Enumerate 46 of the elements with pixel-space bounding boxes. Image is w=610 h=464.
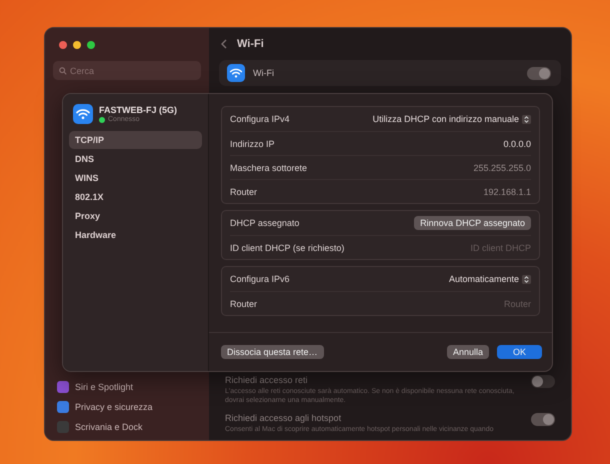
row-label: DHCP assegnato [230,218,300,228]
search-field[interactable]: Cerca [53,61,201,80]
toggle-switch[interactable] [527,66,551,80]
sidebar-tab[interactable]: 802.1X [69,188,202,206]
input-field[interactable]: Router [421,298,531,308]
wifi-icon [73,104,93,124]
sidebar-tab[interactable]: Proxy [69,207,202,225]
network-name: FASTWEB-FJ (5G) [99,105,177,115]
row-label: Indirizzo IP [230,138,275,148]
chevron-updown-icon [522,114,531,124]
back-icon[interactable] [221,39,227,49]
row-value: 255.255.255.0 [473,162,531,172]
renew-dhcp-button[interactable]: Rinnova DHCP assegnato [414,216,531,230]
zoom-icon[interactable] [87,41,95,49]
close-icon[interactable] [59,41,67,49]
chevron-updown-icon [522,274,531,284]
toggle-switch[interactable] [531,412,555,426]
window-title: Wi-Fi [237,38,264,50]
setting-title: Richiedi accesso reti [225,374,309,385]
minimize-icon[interactable] [73,41,81,49]
sidebar-item[interactable]: Scrivania e Dock [57,420,197,434]
row-label: ID client DHCP (se richiesto) [230,242,344,252]
wifi-label: Wi-Fi [253,68,275,78]
input-field[interactable]: ID client DHCP [421,242,531,252]
setting-title: Richiedi accesso agli hotspot [225,412,342,423]
search-icon [59,66,67,74]
sidebar-tab[interactable]: TCP/IP [69,131,202,149]
row-value: 0.0.0.0 [503,138,531,148]
popup-menu[interactable]: Utilizza DHCP con indirizzo manuale [372,114,531,124]
sidebar-tab[interactable]: DNS [69,150,202,168]
sidebar-tab[interactable]: Hardware [69,226,202,244]
row-label: Configura IPv4 [230,114,290,124]
row-label: Maschera sottorete [230,162,308,172]
ok-button[interactable]: OK [496,345,542,359]
toggle-switch[interactable] [531,374,555,388]
sidebar-tab[interactable]: WINS [69,169,202,187]
sidebar-item[interactable]: Privacy e sicurezza [57,400,197,414]
forget-network-button[interactable]: Dissocia questa rete… [221,345,324,359]
sidebar-item[interactable]: Siri e Spotlight [57,380,197,394]
cancel-button[interactable]: Annulla [446,345,489,359]
row-label: Router [230,186,258,196]
wifi-icon [227,64,245,82]
row-value: 192.168.1.1 [483,186,531,196]
row-label: Configura IPv6 [230,274,290,284]
row-label: Router [230,298,258,308]
popup-menu[interactable]: Automaticamente [448,274,531,284]
